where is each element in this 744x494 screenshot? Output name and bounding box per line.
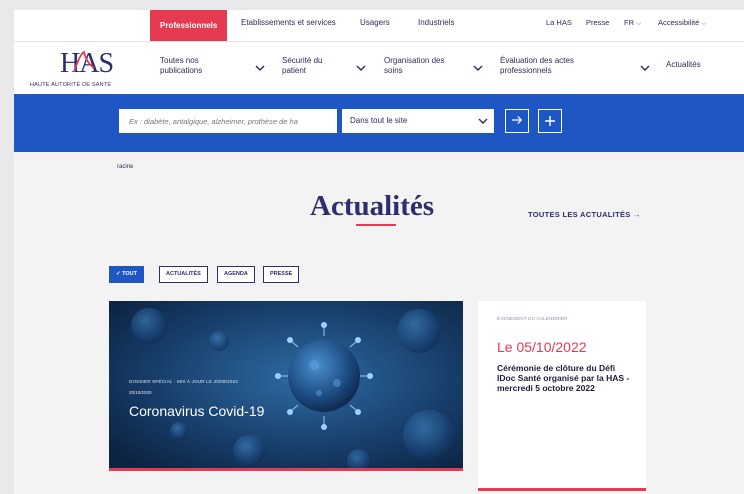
nav-actualites[interactable]: Actualités xyxy=(666,60,701,70)
search-scope-select[interactable]: Dans tout le site xyxy=(342,109,494,133)
title-underline xyxy=(356,224,396,226)
chevron-down-icon[interactable] xyxy=(356,59,366,71)
hero-title[interactable]: Coronavirus Covid-19 xyxy=(129,403,264,419)
main-navigation: HAS HAUTE AUTORITÉ DE SANTÉ Toutes nos p… xyxy=(14,42,744,94)
nav-securite-patient[interactable]: Sécurité du patient xyxy=(282,56,342,76)
nav-evaluation-actes[interactable]: Évaluation des actes professionnels xyxy=(500,56,600,76)
link-la-has[interactable]: La HAS xyxy=(546,18,572,27)
chevron-down-icon[interactable] xyxy=(473,59,483,71)
chevron-down-icon[interactable] xyxy=(255,59,265,71)
featured-article-card[interactable]: DOSSIER SPÉCIAL · MIS À JOUR LE 30/09/20… xyxy=(109,301,463,471)
hero-date: 20/10/2020 xyxy=(129,390,152,395)
tab-etablissements[interactable]: Etablissements et services xyxy=(241,18,336,27)
advanced-search-button[interactable] xyxy=(538,109,562,133)
tab-usagers[interactable]: Usagers xyxy=(360,18,390,27)
audience-bar: Professionnels Etablissements et service… xyxy=(14,10,744,42)
arrow-right-icon xyxy=(511,116,523,124)
chevron-down-icon xyxy=(478,118,488,124)
accessibility-label: Accessibilité xyxy=(658,18,700,27)
filter-tout[interactable]: ✓ TOUT xyxy=(109,266,145,283)
all-news-link[interactable]: TOUTES LES ACTUALITÉS → xyxy=(528,210,641,219)
link-presse[interactable]: Presse xyxy=(586,18,609,27)
logo-swoosh-icon xyxy=(73,50,95,73)
search-input[interactable] xyxy=(119,109,337,133)
plus-icon xyxy=(545,116,555,126)
tab-professionnels[interactable]: Professionnels xyxy=(150,10,228,41)
filter-actualites[interactable]: ACTUALITÉS xyxy=(159,266,208,283)
search-band: Dans tout le site xyxy=(14,94,744,152)
nav-organisation-soins[interactable]: Organisation des soins xyxy=(384,56,454,76)
filter-agenda[interactable]: AGENDA xyxy=(217,266,255,283)
virus-image xyxy=(109,301,463,471)
event-date: Le 05/10/2022 xyxy=(497,339,587,355)
chevron-down-icon[interactable] xyxy=(640,59,650,71)
page: Professionnels Etablissements et service… xyxy=(14,10,744,494)
logo-subtitle: HAUTE AUTORITÉ DE SANTÉ xyxy=(30,82,112,88)
breadcrumb[interactable]: racine xyxy=(117,164,133,170)
chevron-down-icon: ⌵ xyxy=(636,20,642,27)
search-scope-value: Dans tout le site xyxy=(350,116,408,125)
chevron-down-icon: ⌵ xyxy=(701,20,707,27)
event-card[interactable]: ÉVÉNEMENT DU CALENDRIER Le 05/10/2022 Cé… xyxy=(478,301,646,491)
language-selector[interactable]: FR ⌵ xyxy=(624,18,641,28)
hero-accent-bar xyxy=(109,468,463,471)
event-kicker: ÉVÉNEMENT DU CALENDRIER xyxy=(497,316,568,321)
page-title: Actualités xyxy=(310,190,435,222)
language-label: FR xyxy=(624,18,634,27)
search-submit-button[interactable] xyxy=(505,109,529,133)
nav-publications[interactable]: Toutes nos publications xyxy=(160,56,230,76)
tab-industriels[interactable]: Industriels xyxy=(418,18,454,27)
accessibility-menu[interactable]: Accessibilité ⌵ xyxy=(658,18,707,28)
filter-presse[interactable]: PRESSE xyxy=(263,266,300,283)
hero-kicker: DOSSIER SPÉCIAL · MIS À JOUR LE 30/09/20… xyxy=(129,379,239,384)
has-logo[interactable]: HAS HAUTE AUTORITÉ DE SANTÉ xyxy=(30,48,140,88)
event-title[interactable]: Cérémonie de clôture du Défi IDoc Santé … xyxy=(497,363,632,393)
event-accent-bar xyxy=(478,488,646,491)
